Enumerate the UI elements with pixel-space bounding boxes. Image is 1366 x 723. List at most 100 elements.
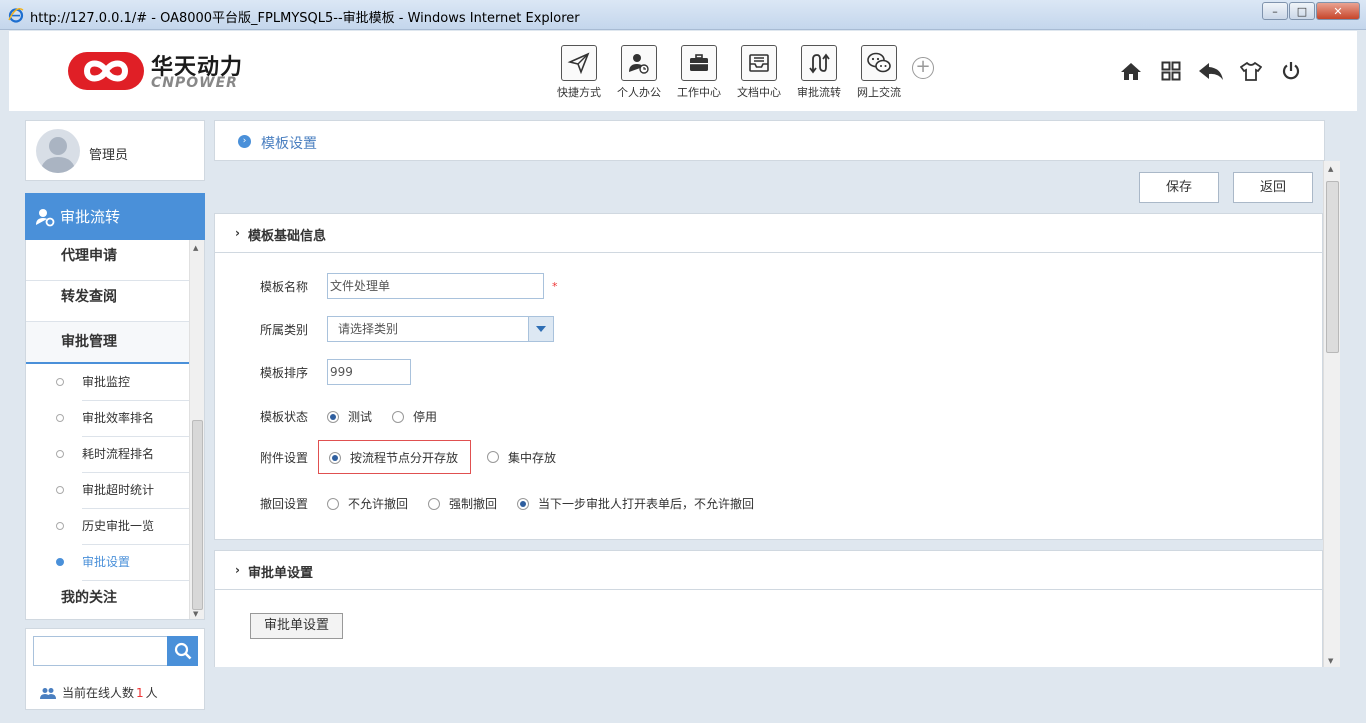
chevron-down-icon[interactable]	[528, 317, 553, 341]
panel-header[interactable]: › 审批单设置	[215, 551, 1322, 590]
recall-radio-after-open[interactable]: 当下一步审批人打开表单后，不允许撤回	[517, 495, 754, 512]
scroll-up-icon[interactable]: ▲	[193, 244, 198, 252]
main-scrollbar[interactable]: ▲ ▼	[1323, 161, 1340, 667]
field-label: 所属类别	[260, 322, 309, 337]
radio-label: 按流程节点分开存放	[350, 451, 459, 465]
nav-label: 网上交流	[857, 86, 901, 99]
radio-checked-icon	[329, 451, 341, 464]
sidebar-subitem-settings[interactable]: 审批设置	[26, 544, 189, 581]
internet-explorer-icon	[8, 8, 24, 23]
template-name-input[interactable]: 文件处理单	[327, 273, 544, 299]
sidebar-item-my-follow[interactable]: 我的关注	[26, 580, 189, 619]
users-icon	[40, 687, 56, 699]
recall-row: 撤回设置 不允许撤回 强制撤回 当下一步审批人打开表单后，不允许撤回	[260, 495, 774, 512]
scroll-down-icon[interactable]: ▼	[193, 610, 198, 618]
radio-icon	[327, 497, 339, 510]
back-button[interactable]: 返回	[1233, 172, 1313, 203]
chat-icon	[861, 45, 897, 81]
radio-checked-icon	[327, 410, 339, 423]
radio-checked-icon	[517, 497, 530, 510]
sidebar-scrollbar[interactable]: ▲ ▼	[189, 240, 204, 619]
search-button[interactable]	[167, 636, 198, 666]
order-input[interactable]: 999	[327, 359, 411, 385]
status-row: 模板状态 测试 停用	[260, 408, 457, 425]
nav-item-online-chat[interactable]: 网上交流	[849, 45, 909, 100]
sidebar-menu: 代理申请 转发查阅 审批管理 审批监控 审批效率排名 耗时流程排名 审批超时统计…	[25, 240, 205, 620]
field-label: 附件设置	[260, 450, 309, 465]
search-icon	[174, 642, 191, 660]
field-label: 模板状态	[260, 410, 309, 424]
avatar[interactable]	[36, 129, 80, 173]
scroll-up-icon[interactable]: ▲	[1328, 165, 1333, 173]
attachment-highlight: 按流程节点分开存放	[318, 440, 472, 474]
user-name: 管理员	[89, 148, 129, 163]
logo[interactable]: 华天动力 CNPOWER	[67, 47, 267, 95]
status-radio-disabled[interactable]: 停用	[392, 408, 437, 425]
bullet-icon	[56, 522, 64, 530]
sidebar-item-proxy-apply[interactable]: 代理申请	[26, 240, 189, 281]
bullet-icon	[56, 450, 64, 458]
radio-label: 不允许撤回	[348, 497, 409, 511]
attach-radio-centralized[interactable]: 集中存放	[487, 449, 556, 466]
save-button[interactable]: 保存	[1139, 172, 1219, 203]
shirt-icon[interactable]	[1231, 57, 1271, 85]
sidebar-subitem-label: 历史审批一览	[82, 508, 189, 545]
nav-item-shortcuts[interactable]: 快捷方式	[549, 45, 609, 100]
close-window-button[interactable]: ✕	[1316, 2, 1360, 20]
nav-item-personal[interactable]: 个人办公	[609, 45, 669, 100]
chevron-right-icon: ›	[235, 563, 240, 577]
sidebar-module-header[interactable]: 审批流转	[25, 193, 205, 240]
scrollbar-thumb[interactable]	[192, 420, 203, 610]
status-radio-test[interactable]: 测试	[327, 408, 372, 425]
power-icon[interactable]	[1271, 57, 1311, 85]
radio-label: 集中存放	[508, 450, 557, 465]
scrollbar-thumb[interactable]	[1326, 181, 1339, 353]
grid-icon[interactable]	[1151, 57, 1191, 85]
online-unit: 人	[145, 686, 158, 700]
minimize-button[interactable]: –	[1262, 2, 1288, 20]
radio-icon	[392, 410, 405, 423]
sidebar-subitem-monitor[interactable]: 审批监控	[26, 364, 189, 401]
nav-item-document-center[interactable]: 文档中心	[729, 45, 789, 100]
reply-icon[interactable]	[1191, 57, 1231, 85]
nav-label: 快捷方式	[557, 86, 601, 99]
nav-item-approval-flow[interactable]: 审批流转	[789, 45, 849, 100]
attach-radio-by-node[interactable]: 按流程节点分开存放	[329, 449, 458, 466]
required-mark: *	[552, 279, 558, 293]
page-title: 模板设置	[261, 136, 317, 152]
search-input[interactable]	[33, 636, 168, 666]
template-name-row: 模板名称 文件处理单 *	[260, 273, 558, 299]
sidebar-subitem-label: 审批效率排名	[82, 400, 189, 437]
radio-label: 测试	[348, 410, 373, 424]
radio-icon	[487, 451, 500, 463]
panel-title: 模板基础信息	[248, 229, 327, 244]
category-select[interactable]: 请选择类别	[327, 316, 554, 342]
maximize-button[interactable]: □	[1289, 2, 1315, 20]
scroll-down-icon[interactable]: ▼	[1328, 657, 1333, 665]
sidebar-subitem-time-rank[interactable]: 耗时流程排名	[26, 436, 189, 473]
user-card: 管理员	[25, 120, 205, 181]
form-settings-panel: › 审批单设置 审批单设置	[214, 550, 1323, 667]
panel-title: 审批单设置	[248, 566, 314, 581]
sidebar-subitem-overtime-stats[interactable]: 审批超时统计	[26, 472, 189, 509]
recall-radio-force[interactable]: 强制撤回	[428, 495, 497, 512]
home-icon[interactable]	[1111, 57, 1151, 85]
window-title: http://127.0.0.1/# - OA8000平台版_FPLMYSQL5…	[30, 11, 580, 26]
sidebar-subitem-label: 审批监控	[82, 364, 189, 401]
sidebar-subitem-history[interactable]: 历史审批一览	[26, 508, 189, 545]
nav-item-work-center[interactable]: 工作中心	[669, 45, 729, 100]
send-icon	[561, 45, 597, 81]
radio-label: 停用	[413, 410, 438, 424]
form-settings-button[interactable]: 审批单设置	[250, 613, 343, 639]
sidebar-item-forward-review[interactable]: 转发查阅	[26, 281, 189, 322]
add-shortcut-button[interactable]: +	[912, 57, 934, 79]
panel-header[interactable]: › 模板基础信息	[215, 214, 1322, 253]
user-settings-icon	[36, 209, 55, 227]
sidebar-subitem-label: 审批设置	[82, 544, 189, 581]
sidebar-subitem-efficiency-rank[interactable]: 审批效率排名	[26, 400, 189, 437]
bullet-icon	[56, 486, 64, 494]
recall-radio-no[interactable]: 不允许撤回	[327, 495, 408, 512]
inbox-icon	[741, 45, 777, 81]
sidebar-item-approval-manage[interactable]: 审批管理	[26, 322, 189, 364]
user-clock-icon	[621, 45, 657, 81]
